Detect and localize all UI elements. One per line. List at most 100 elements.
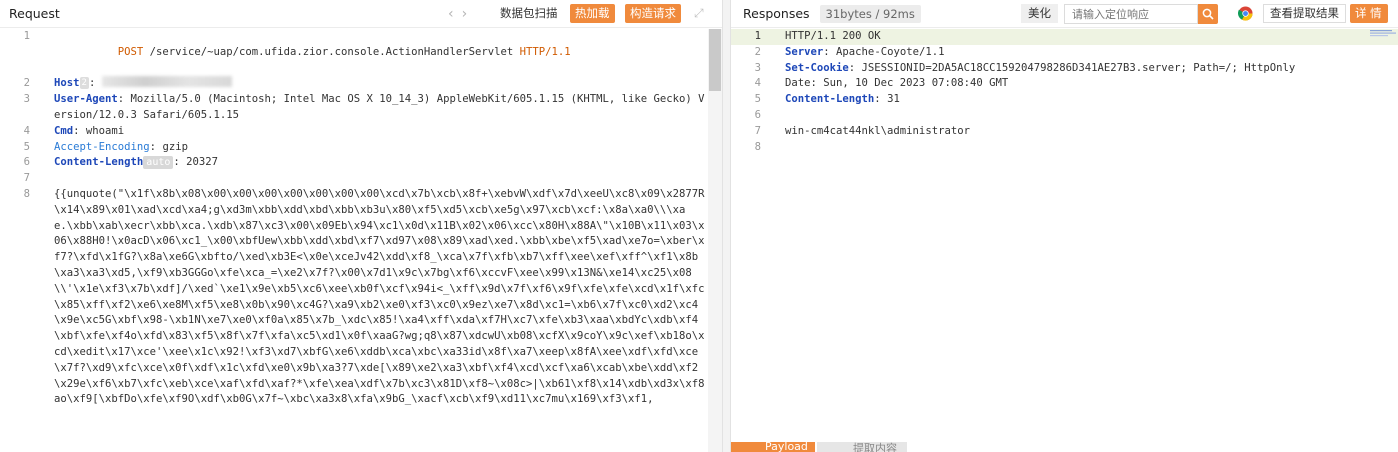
request-line-1: 1 POST /service/~uap/com.ufida.zior.cons…	[0, 29, 722, 76]
date-header: Date: Sun, 10 Dec 2023 07:08:40 GMT	[785, 77, 1009, 90]
pane-divider[interactable]	[722, 0, 731, 452]
line-number: 3	[23, 93, 30, 106]
header-value: gzip	[162, 140, 188, 153]
response-pane: Responses 31bytes / 92ms 美化 查看提取结果 详 情 1…	[731, 0, 1398, 452]
http-method: POST	[117, 45, 144, 58]
response-stats-badge: 31bytes / 92ms	[819, 4, 921, 23]
response-line-6: 6	[731, 108, 1398, 124]
tab-payload-label: Payload	[765, 442, 808, 452]
header-name: User-Agent	[54, 93, 118, 106]
request-line-7: 7	[0, 171, 722, 187]
detail-button[interactable]: 详 情	[1350, 4, 1388, 23]
request-line-5: 5 Accept-Encoding: gzip	[0, 140, 722, 156]
line-number: 4	[754, 77, 761, 90]
response-title: Responses	[743, 6, 810, 21]
status-line: HTTP/1.1 200 OK	[785, 30, 881, 42]
response-line-2: 2 Server: Apache-Coyote/1.1	[731, 45, 1398, 61]
header-name: Set-Cookie	[785, 61, 849, 74]
minimap[interactable]	[1370, 29, 1396, 39]
line-number: 8	[23, 187, 30, 200]
hot-load-button[interactable]: 热加载	[570, 4, 615, 23]
request-editor[interactable]: 1 POST /service/~uap/com.ufida.zior.cons…	[0, 29, 722, 452]
line-number: 5	[23, 140, 30, 153]
empty-line	[30, 171, 710, 187]
search-button[interactable]	[1198, 4, 1218, 24]
line-number: 6	[754, 108, 761, 121]
response-line-7: 7 win-cm4cat44nkl\administrator	[731, 124, 1398, 140]
request-scroll-thumb[interactable]	[709, 29, 721, 91]
request-path: /service/~uap/com.ufida.zior.console.Act…	[143, 45, 520, 58]
request-line-2: 2 Host 2:	[0, 76, 722, 92]
tab-payload[interactable]: Payload	[731, 442, 815, 452]
header-separator: :	[149, 140, 163, 153]
header-separator: :	[874, 93, 888, 106]
header-separator: :	[117, 93, 131, 106]
response-toolbar: Responses 31bytes / 92ms 美化 查看提取结果 详 情	[731, 0, 1398, 28]
header-name: Accept-Encoding	[54, 140, 150, 153]
header-name: Cmd	[54, 124, 74, 137]
header-separator: :	[88, 77, 102, 90]
capture-scan-button[interactable]: 数据包扫描	[500, 5, 558, 21]
response-editor[interactable]: 1 HTTP/1.1 200 OK 2 Server: Apache-Coyot…	[731, 29, 1398, 452]
http-protocol: HTTP/1.1	[519, 45, 571, 58]
response-line-1: 1 HTTP/1.1 200 OK	[731, 29, 1398, 45]
empty-line	[761, 140, 785, 156]
line-number: 7	[754, 124, 761, 137]
line-number: 1	[23, 30, 30, 42]
header-separator: :	[73, 124, 86, 137]
header-name: Host	[54, 77, 80, 90]
line-number: 4	[23, 124, 30, 137]
construct-request-button[interactable]: 构造请求	[625, 4, 681, 23]
request-title: Request	[9, 6, 60, 21]
header-name: Content-Length	[54, 156, 144, 169]
request-line-8: 8 {{unquote("\x1f\x8b\x08\x00\x00\x00\x0…	[0, 187, 722, 408]
bottom-tab-bar: Payload 提取内容	[731, 442, 1398, 452]
empty-line	[761, 108, 785, 124]
redacted-host-value	[101, 76, 232, 88]
request-line-6: 6 Content-Length auto: 20327	[0, 155, 722, 171]
response-line-3: 3 Set-Cookie: JSESSIONID=2DA5AC18CC15920…	[731, 61, 1398, 77]
request-toolbar: Request ‹ › 数据包扫描 热加载 构造请求 ⤢	[0, 0, 722, 28]
header-value: 31	[887, 93, 900, 106]
request-body: {{unquote("\x1f\x8b\x08\x00\x00\x00\x00\…	[54, 187, 705, 406]
expand-icon[interactable]: ⤢	[694, 7, 706, 19]
header-name: Server	[785, 45, 824, 58]
history-arrows: ‹ ›	[448, 6, 467, 22]
forward-arrow-icon[interactable]: ›	[462, 6, 468, 22]
line-number: 5	[754, 93, 761, 106]
beautify-button[interactable]: 美化	[1021, 4, 1058, 23]
line-number: 2	[23, 77, 30, 90]
header-name: Content-Length	[785, 93, 875, 106]
response-line-8: 8	[731, 140, 1398, 156]
response-line-4: 4 Date: Sun, 10 Dec 2023 07:08:40 GMT	[731, 76, 1398, 92]
line-number: 1	[754, 30, 761, 42]
tab-extract-content[interactable]: 提取内容	[817, 442, 907, 452]
header-value: whoami	[85, 124, 125, 137]
back-arrow-icon[interactable]: ‹	[448, 6, 454, 22]
line-number: 3	[754, 61, 761, 74]
locate-response-input[interactable]	[1064, 4, 1198, 24]
header-value: Apache-Coyote/1.1	[836, 45, 945, 58]
host-count-chip: 2	[79, 77, 89, 90]
header-separator: :	[823, 45, 837, 58]
line-number: 8	[754, 140, 761, 153]
line-number: 6	[23, 156, 30, 169]
header-value: Mozilla/5.0 (Macintosh; Intel Mac OS X 1…	[54, 93, 705, 121]
response-body: win-cm4cat44nkl\administrator	[785, 124, 970, 137]
header-value: 20327	[186, 156, 219, 169]
tab-extract-content-label: 提取内容	[853, 442, 897, 452]
line-number: 7	[23, 172, 30, 185]
header-separator: :	[173, 156, 187, 169]
response-line-5: 5 Content-Length: 31	[731, 92, 1398, 108]
header-value: JSESSIONID=2DA5AC18CC159204798286D341AE2…	[861, 61, 1296, 74]
request-line-4: 4 Cmd: whoami	[0, 124, 722, 140]
search-icon	[1202, 8, 1214, 20]
request-line-3: 3 User-Agent: Mozilla/5.0 (Macintosh; In…	[0, 92, 722, 124]
chrome-icon[interactable]	[1238, 6, 1253, 21]
view-extract-result-button[interactable]: 查看提取结果	[1263, 4, 1346, 23]
request-pane: Request ‹ › 数据包扫描 热加载 构造请求 ⤢ 1 POST /ser…	[0, 0, 722, 452]
header-separator: :	[848, 61, 862, 74]
request-scrollbar[interactable]	[708, 29, 722, 452]
line-number: 2	[754, 45, 761, 58]
auto-chip: auto	[143, 156, 174, 170]
